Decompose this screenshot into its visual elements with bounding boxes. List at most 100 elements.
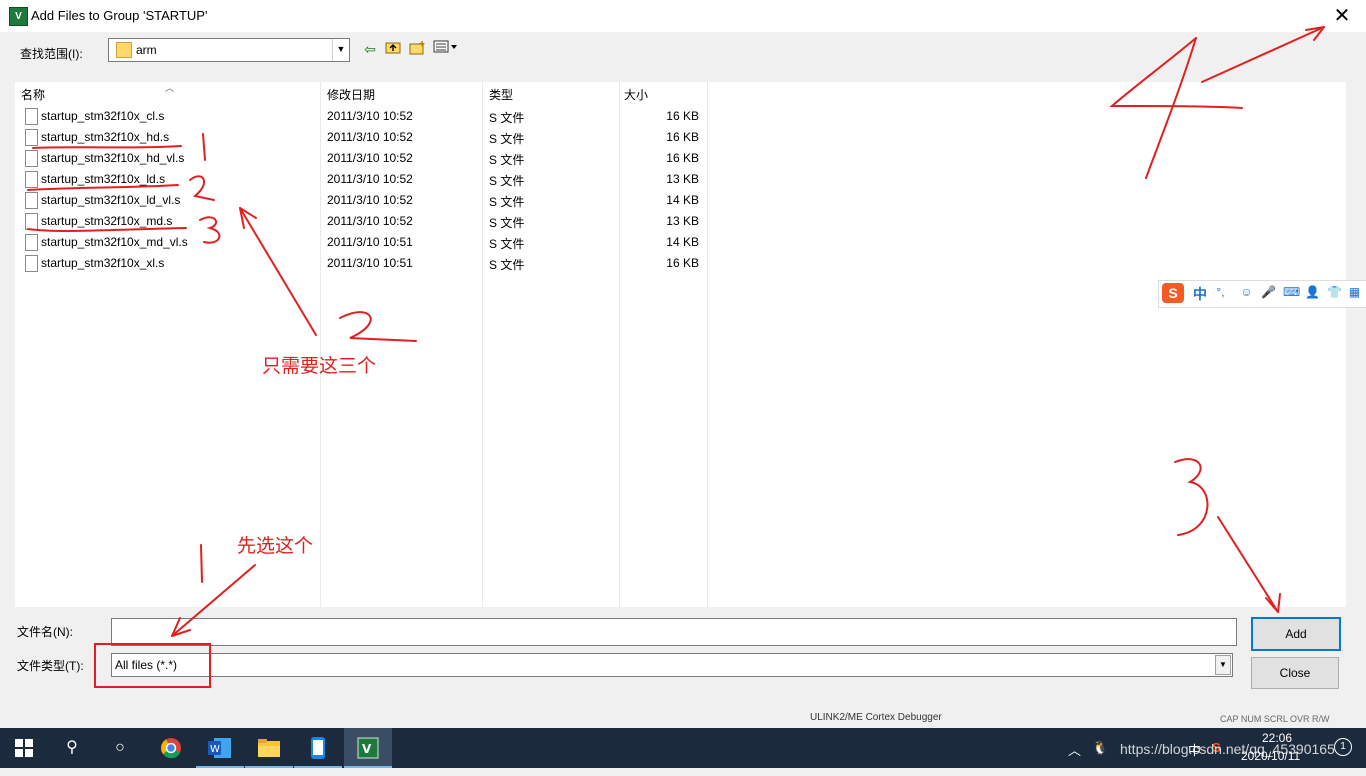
file-size: 16 KB bbox=[666, 130, 699, 144]
file-icon bbox=[25, 171, 38, 188]
chevron-up-icon[interactable]: ︿ bbox=[1068, 740, 1081, 759]
grid-icon[interactable]: ▦ bbox=[1347, 285, 1362, 300]
file-size: 13 KB bbox=[666, 214, 699, 228]
dialog-title: Add Files to Group 'STARTUP' bbox=[31, 8, 208, 23]
file-name: startup_stm32f10x_xl.s bbox=[41, 256, 165, 270]
file-type: S 文件 bbox=[489, 174, 525, 188]
chrome-icon[interactable] bbox=[147, 728, 195, 768]
file-size: 16 KB bbox=[666, 256, 699, 270]
file-modified: 2011/3/10 10:52 bbox=[327, 109, 413, 123]
file-row[interactable]: startup_stm32f10x_ld.s 2011/3/10 10:52 S… bbox=[15, 169, 715, 190]
file-size: 13 KB bbox=[666, 172, 699, 186]
svg-text:W: W bbox=[210, 744, 220, 755]
lookin-dropdown[interactable]: arm ▼ bbox=[108, 38, 350, 62]
highlight-box bbox=[94, 643, 211, 688]
file-modified: 2011/3/10 10:52 bbox=[327, 193, 413, 207]
file-size: 16 KB bbox=[666, 109, 699, 123]
folder-icon bbox=[116, 42, 132, 58]
file-explorer-icon[interactable] bbox=[245, 728, 293, 768]
chevron-down-icon[interactable]: ▼ bbox=[332, 39, 349, 61]
keyboard-icon[interactable]: ⌨ bbox=[1283, 285, 1300, 300]
keil-icon[interactable]: V bbox=[344, 728, 392, 768]
file-name: startup_stm32f10x_hd.s bbox=[41, 130, 170, 144]
file-list[interactable]: 名称 ︿ 修改日期 类型 大小 startup_stm32f10x_cl.s 2… bbox=[15, 82, 1346, 607]
file-type: S 文件 bbox=[489, 216, 525, 230]
start-icon[interactable] bbox=[0, 728, 48, 768]
column-header-modified[interactable]: 修改日期 bbox=[327, 86, 375, 103]
file-name: startup_stm32f10x_cl.s bbox=[41, 109, 165, 123]
view-menu-icon[interactable] bbox=[432, 40, 460, 58]
microphone-icon[interactable]: 🎤 bbox=[1261, 285, 1276, 300]
file-row[interactable]: startup_stm32f10x_hd_vl.s 2011/3/10 10:5… bbox=[15, 148, 715, 169]
file-name: startup_stm32f10x_hd_vl.s bbox=[41, 151, 185, 165]
filename-label: 文件名(N): bbox=[17, 625, 73, 639]
user-icon[interactable]: 👤 bbox=[1305, 285, 1320, 300]
qq-icon[interactable]: 🐧 bbox=[1092, 740, 1108, 756]
file-icon bbox=[25, 192, 38, 209]
skin-icon[interactable]: 👕 bbox=[1327, 285, 1342, 300]
task-view-icon[interactable]: ○ bbox=[96, 728, 144, 768]
file-modified: 2011/3/10 10:52 bbox=[327, 172, 413, 186]
file-modified: 2011/3/10 10:51 bbox=[327, 235, 413, 249]
file-icon bbox=[25, 129, 38, 146]
file-name: startup_stm32f10x_ld.s bbox=[41, 172, 166, 186]
file-type: S 文件 bbox=[489, 195, 525, 209]
file-modified: 2011/3/10 10:52 bbox=[327, 130, 413, 144]
file-modified: 2011/3/10 10:51 bbox=[327, 256, 413, 270]
file-size: 14 KB bbox=[666, 235, 699, 249]
file-row[interactable]: startup_stm32f10x_md.s 2011/3/10 10:52 S… bbox=[15, 211, 715, 232]
file-row[interactable]: startup_stm32f10x_xl.s 2011/3/10 10:51 S… bbox=[15, 253, 715, 274]
file-type: S 文件 bbox=[489, 237, 525, 251]
svg-text:V: V bbox=[362, 742, 372, 756]
search-icon[interactable]: ⚲ bbox=[48, 728, 96, 768]
sogou-logo[interactable]: S bbox=[1162, 283, 1184, 303]
filetype-label: 文件类型(T): bbox=[17, 659, 84, 673]
keil-uvision-icon: V bbox=[9, 7, 28, 26]
background-status-flags: CAP NUM SCRL OVR R/W bbox=[1220, 714, 1330, 724]
up-folder-icon[interactable] bbox=[384, 40, 402, 58]
annotation-only-three: 只需要这三个 bbox=[262, 356, 377, 377]
ime-toolbar[interactable]: S 中 °, ☺ 🎤 ⌨ 👤 👕 ▦ bbox=[1158, 280, 1366, 308]
emoji-icon[interactable]: ☺ bbox=[1239, 285, 1254, 300]
file-row[interactable]: startup_stm32f10x_md_vl.s 2011/3/10 10:5… bbox=[15, 232, 715, 253]
new-folder-icon[interactable] bbox=[408, 40, 426, 58]
title-bar: V Add Files to Group 'STARTUP' ✕ bbox=[0, 0, 1366, 32]
file-row[interactable]: startup_stm32f10x_ld_vl.s 2011/3/10 10:5… bbox=[15, 190, 715, 211]
chevron-down-icon[interactable]: ▼ bbox=[1215, 655, 1231, 675]
notification-icon[interactable]: 1 bbox=[1334, 738, 1352, 756]
background-status-text: ULINK2/ME Cortex Debugger bbox=[810, 712, 942, 723]
phone-icon[interactable] bbox=[294, 728, 342, 768]
file-row[interactable]: startup_stm32f10x_cl.s 2011/3/10 10:52 S… bbox=[15, 106, 715, 127]
column-header-type[interactable]: 类型 bbox=[489, 86, 513, 103]
file-type: S 文件 bbox=[489, 258, 525, 272]
file-type: S 文件 bbox=[489, 111, 525, 125]
lookin-value: arm bbox=[136, 43, 157, 57]
punctuation-icon[interactable]: °, bbox=[1213, 285, 1228, 300]
file-icon bbox=[25, 108, 38, 125]
word-icon[interactable]: W bbox=[196, 728, 244, 768]
column-header-name[interactable]: 名称 bbox=[21, 86, 45, 103]
back-icon[interactable]: ⇦ bbox=[362, 40, 378, 58]
close-icon[interactable]: ✕ bbox=[1322, 2, 1362, 30]
watermark: https://blog.csdn.net/qq_45390165 bbox=[1120, 741, 1335, 757]
ime-lang[interactable]: 中 bbox=[1193, 284, 1207, 304]
close-button[interactable]: Close bbox=[1251, 657, 1339, 689]
file-icon bbox=[25, 150, 38, 167]
filename-input[interactable] bbox=[111, 618, 1237, 646]
file-modified: 2011/3/10 10:52 bbox=[327, 214, 413, 228]
file-name: startup_stm32f10x_md_vl.s bbox=[41, 235, 188, 249]
file-icon bbox=[25, 213, 38, 230]
sort-arrow-icon: ︿ bbox=[165, 83, 175, 93]
filetype-dropdown[interactable]: All files (*.*) ▼ bbox=[111, 653, 1233, 677]
column-header-size[interactable]: 大小 bbox=[624, 86, 648, 103]
file-name: startup_stm32f10x_ld_vl.s bbox=[41, 193, 181, 207]
add-files-dialog: V Add Files to Group 'STARTUP' ✕ 查找范围(I)… bbox=[0, 0, 1366, 722]
file-type: S 文件 bbox=[489, 132, 525, 146]
file-type: S 文件 bbox=[489, 153, 525, 167]
file-row[interactable]: startup_stm32f10x_hd.s 2011/3/10 10:52 S… bbox=[15, 127, 715, 148]
add-button[interactable]: Add bbox=[1251, 617, 1341, 651]
file-icon bbox=[25, 255, 38, 272]
lookin-label: 查找范围(I): bbox=[20, 47, 83, 61]
file-size: 14 KB bbox=[666, 193, 699, 207]
file-modified: 2011/3/10 10:52 bbox=[327, 151, 413, 165]
